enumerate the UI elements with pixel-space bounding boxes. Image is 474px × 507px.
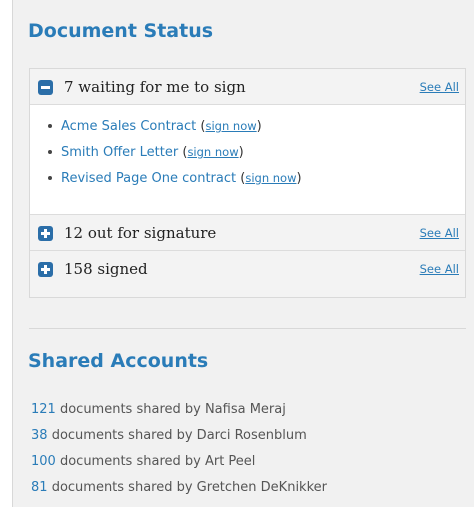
waiting-label: 7 waiting for me to sign — [64, 78, 246, 96]
out-for-signature-label: 12 out for signature — [64, 224, 217, 242]
shared-account-text: documents shared by Nafisa Meraj — [59, 402, 286, 417]
document-status-panel: Document Status 7 waiting for me to sign… — [12, 0, 474, 507]
bullet-icon — [48, 123, 52, 128]
sign-now-link[interactable]: sign now — [205, 119, 256, 133]
waiting-documents-list: Acme Sales Contract (sign now) Smith Off… — [30, 105, 465, 215]
shared-account-item: 121 documents shared by Nafisa Meraj — [31, 402, 286, 417]
shared-accounts-title: Shared Accounts — [28, 350, 209, 372]
section-divider — [29, 328, 466, 329]
shared-account-text: documents shared by Darci Rosenblum — [51, 428, 307, 443]
signed-see-all-link[interactable]: See All — [420, 262, 459, 276]
list-item: Acme Sales Contract (sign now) — [48, 119, 262, 134]
expand-icon[interactable] — [38, 262, 53, 277]
document-link[interactable]: Acme Sales Contract — [61, 119, 196, 134]
signed-label: 158 signed — [64, 260, 148, 278]
expand-icon[interactable] — [38, 226, 53, 241]
waiting-group-header[interactable]: 7 waiting for me to sign See All — [30, 69, 465, 105]
shared-count-link[interactable]: 81 — [31, 480, 48, 495]
out-for-signature-group-header[interactable]: 12 out for signature See All — [30, 215, 465, 251]
list-item: Smith Offer Letter (sign now) — [48, 145, 244, 160]
signed-group-header[interactable]: 158 signed See All — [30, 251, 465, 297]
shared-account-item: 38 documents shared by Darci Rosenblum — [31, 428, 307, 443]
document-status-title: Document Status — [28, 20, 214, 42]
sign-now-link[interactable]: sign now — [245, 171, 296, 185]
out-for-signature-see-all-link[interactable]: See All — [420, 226, 459, 240]
shared-count-link[interactable]: 121 — [31, 402, 56, 417]
bullet-icon — [48, 175, 52, 180]
document-link[interactable]: Smith Offer Letter — [61, 145, 178, 160]
shared-account-text: documents shared by Art Peel — [59, 454, 256, 469]
list-item: Revised Page One contract (sign now) — [48, 171, 302, 186]
waiting-see-all-link[interactable]: See All — [420, 80, 459, 94]
bullet-icon — [48, 149, 52, 154]
document-status-box: 7 waiting for me to sign See All Acme Sa… — [29, 68, 466, 298]
shared-count-link[interactable]: 38 — [31, 428, 48, 443]
document-link[interactable]: Revised Page One contract — [61, 171, 236, 186]
sign-now-link[interactable]: sign now — [187, 145, 238, 159]
shared-account-item: 81 documents shared by Gretchen DeKnikke… — [31, 480, 327, 495]
shared-account-text: documents shared by Gretchen DeKnikker — [51, 480, 327, 495]
shared-count-link[interactable]: 100 — [31, 454, 56, 469]
collapse-icon[interactable] — [38, 80, 53, 95]
shared-account-item: 100 documents shared by Art Peel — [31, 454, 255, 469]
